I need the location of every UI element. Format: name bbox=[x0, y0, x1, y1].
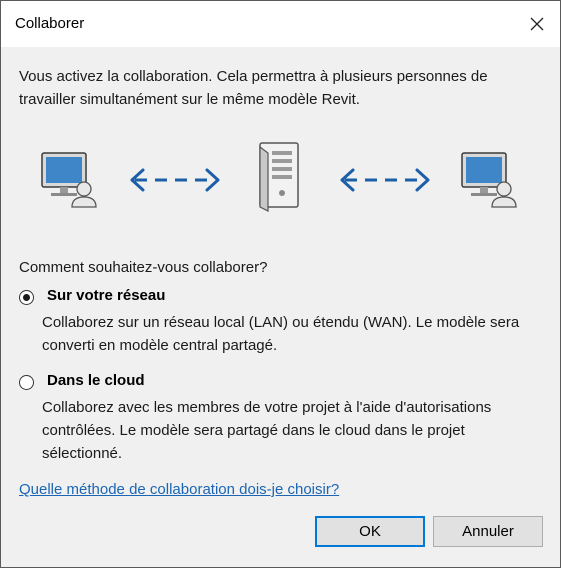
option-network-label[interactable]: Sur votre réseau bbox=[47, 287, 165, 304]
intro-text: Vous activez la collaboration. Cela perm… bbox=[19, 68, 488, 108]
collaborate-dialog: Collaborer Vous activez la collaboration… bbox=[0, 0, 561, 568]
collaboration-illustration bbox=[1, 141, 560, 221]
server-icon bbox=[256, 141, 304, 218]
option-network-description: Collaborez sur un réseau local (LAN) ou … bbox=[42, 314, 520, 354]
radio-cloud[interactable] bbox=[19, 375, 34, 390]
title-bar: Collaborer bbox=[1, 1, 560, 47]
double-arrow-icon bbox=[337, 165, 433, 200]
collaboration-question: Comment souhaitez-vous collaborer? bbox=[19, 259, 268, 276]
close-icon bbox=[530, 17, 544, 31]
dialog-title: Collaborer bbox=[15, 15, 85, 32]
computer-user-icon bbox=[459, 151, 521, 216]
computer-user-icon bbox=[39, 151, 101, 216]
help-link[interactable]: Quelle méthode de collaboration dois-je … bbox=[19, 481, 339, 498]
double-arrow-icon bbox=[127, 165, 223, 200]
close-button[interactable] bbox=[522, 9, 552, 39]
option-cloud-label[interactable]: Dans le cloud bbox=[47, 372, 145, 389]
option-cloud-description: Collaborez avec les membres de votre pro… bbox=[42, 399, 492, 462]
radio-network[interactable] bbox=[19, 290, 34, 305]
cancel-button[interactable]: Annuler bbox=[433, 516, 543, 547]
ok-button[interactable]: OK bbox=[315, 516, 425, 547]
